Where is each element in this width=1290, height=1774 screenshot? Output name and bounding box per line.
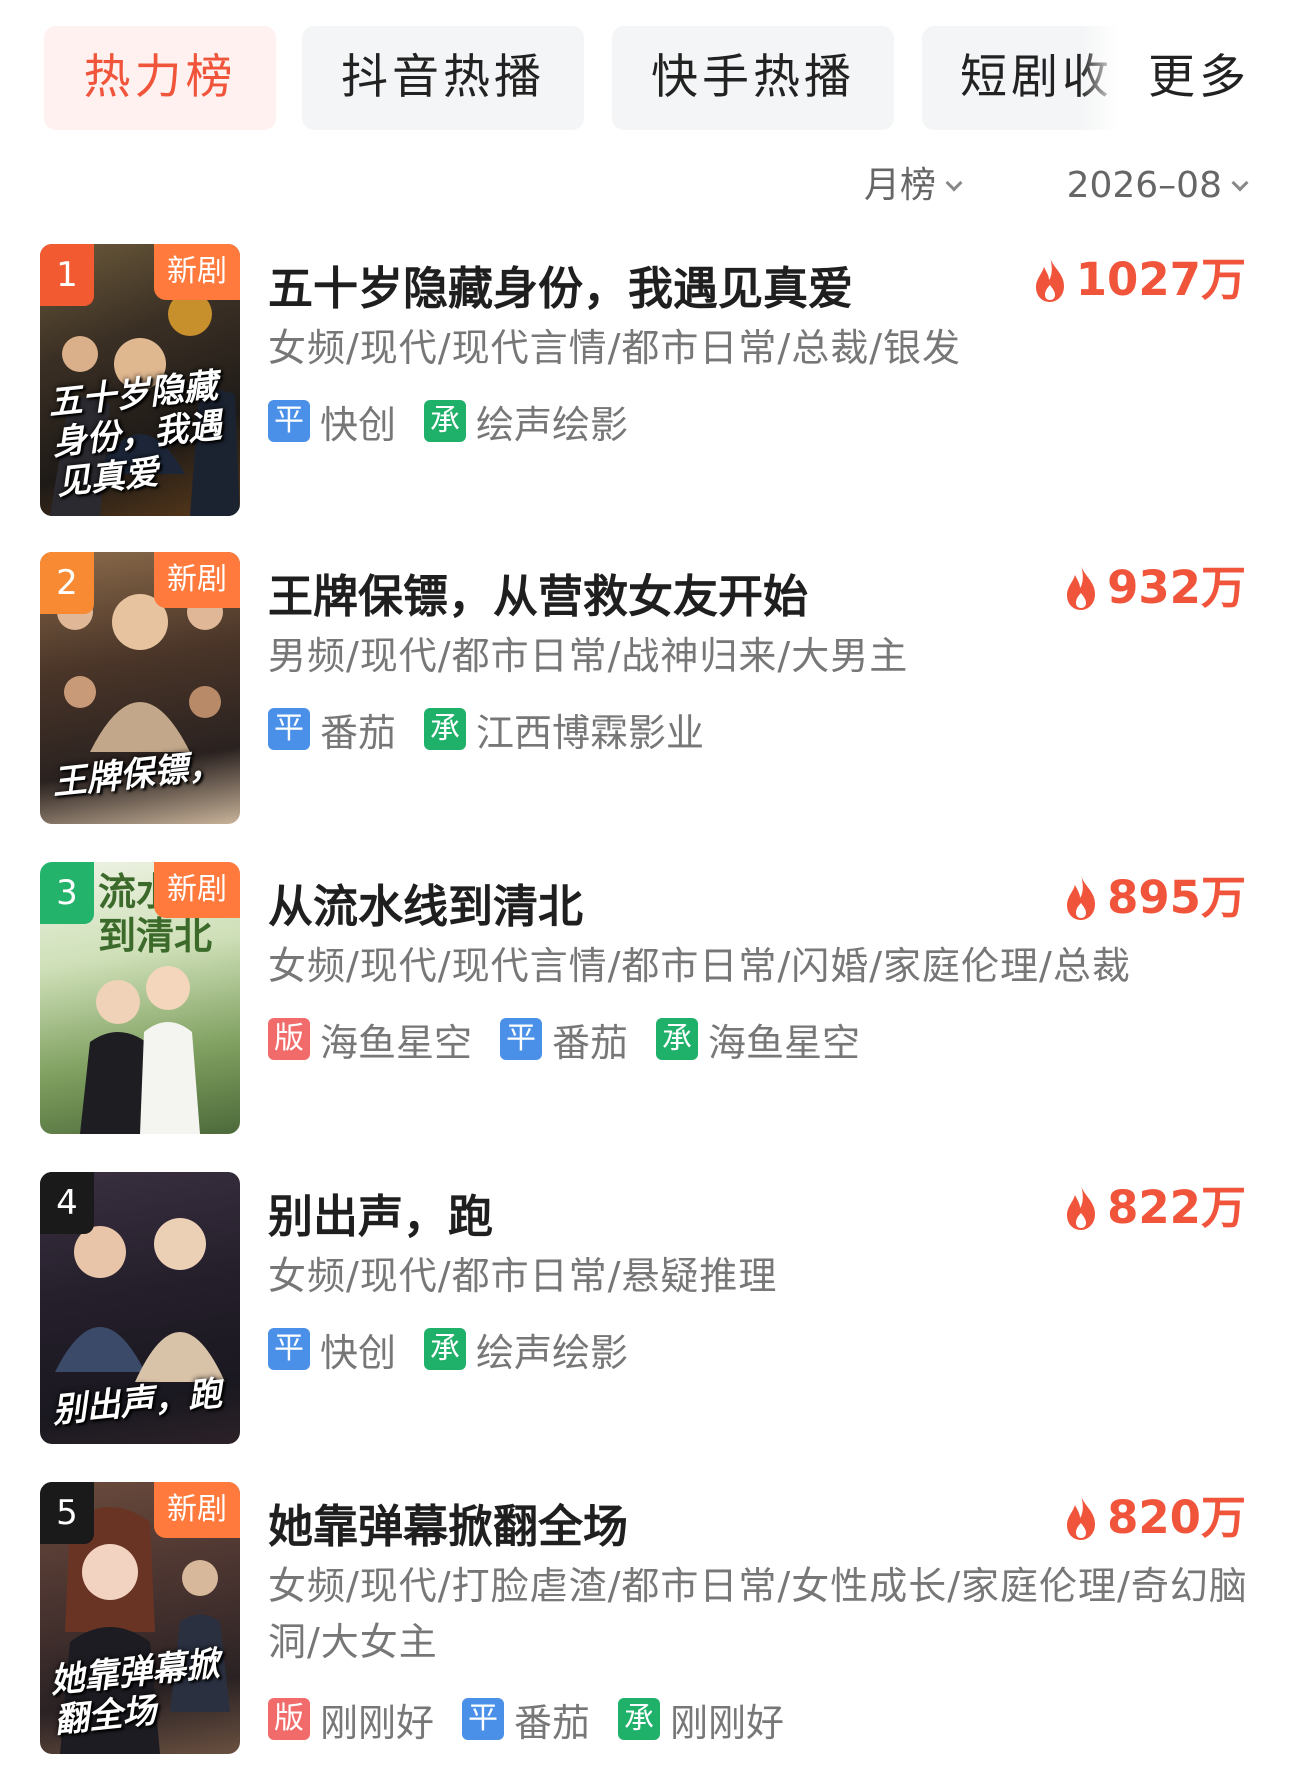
credits-row: 版刚刚好 平番茄 承刚刚好 (268, 1692, 812, 1747)
list-item[interactable]: 她靠弹幕掀翻全场 5 新剧 她靠弹幕掀翻全场 820万 女频/现代/打脸虐渣/都… (0, 1482, 1290, 1772)
new-badge: 新剧 (154, 1482, 240, 1538)
platform-chip: 平 (268, 1328, 310, 1370)
hot-score: 895万 (1061, 868, 1246, 928)
producer-chip: 承 (424, 400, 467, 442)
rank-badge: 1 (40, 244, 94, 306)
hot-score: 820万 (1061, 1488, 1246, 1548)
flame-icon (1067, 1495, 1096, 1540)
ranking-tabs: 热力榜 抖音热播 快手热播 短剧收 更多 (0, 0, 1290, 150)
credit-copyright: 版海鱼星空 (268, 1012, 472, 1067)
chevron-down-icon (1231, 174, 1249, 192)
credit-name: 番茄 (514, 1700, 591, 1745)
credit-name: 海鱼星空 (320, 1020, 473, 1065)
tab-hot-ranking[interactable]: 热力榜 (44, 26, 276, 130)
platform-chip: 平 (500, 1018, 543, 1060)
credits-row: 平快创 承绘声绘影 (268, 394, 656, 449)
hot-value: 932万 (1107, 561, 1246, 614)
credits-row: 平番茄 承江西博霖影业 (268, 702, 732, 757)
credits-row: 平快创 承绘声绘影 (268, 1322, 656, 1377)
credit-producer: 承绘声绘影 (424, 1322, 628, 1377)
date-filter-label: 2026–08 (1066, 165, 1222, 206)
drama-title[interactable]: 王牌保镖，从营救女友开始 (268, 560, 808, 625)
list-item[interactable]: 王牌保镖， 2 新剧 王牌保镖，从营救女友开始 932万 男频/现代/都市日常/… (0, 552, 1290, 842)
genre-tags: 女频/现代/都市日常/悬疑推理 (268, 1254, 778, 1298)
credit-platform: 平番茄 (500, 1012, 628, 1067)
drama-title[interactable]: 她靠弹幕掀翻全场 (268, 1490, 628, 1555)
credit-platform: 平番茄 (462, 1692, 590, 1747)
tab-douyin-hot[interactable]: 抖音热播 (302, 26, 584, 130)
credit-name: 番茄 (320, 710, 397, 755)
genre-tags: 女频/现代/现代言情/都市日常/总裁/银发 (268, 326, 962, 370)
rank-badge: 4 (40, 1172, 94, 1234)
tab-scroll-fade (1080, 26, 1130, 130)
credit-name: 番茄 (552, 1020, 629, 1065)
flame-icon (1067, 875, 1096, 920)
copyright-chip: 版 (268, 1018, 310, 1060)
drama-title[interactable]: 从流水线到清北 (268, 870, 583, 935)
credit-name: 刚刚好 (320, 1700, 435, 1745)
more-button[interactable]: 更多 (1148, 26, 1250, 130)
credit-producer: 承刚刚好 (618, 1692, 784, 1747)
hot-score: 822万 (1061, 1178, 1246, 1238)
credit-name: 绘声绘影 (476, 1330, 629, 1375)
hot-score: 1027万 (1030, 250, 1246, 310)
poster-title-text: 五十岁隐藏身份，我遇见真爱 (46, 365, 224, 504)
period-filter-label: 月榜 (864, 165, 937, 206)
producer-chip: 承 (656, 1018, 699, 1060)
period-filter[interactable]: 月榜 (864, 160, 963, 212)
drama-title[interactable]: 五十岁隐藏身份，我遇见真爱 (268, 252, 853, 317)
list-item[interactable]: 流水线到清北 3 新剧 从流水线到清北 895万 女频/现代/现代言情/都市日常… (0, 862, 1290, 1152)
credit-name: 快创 (320, 1330, 397, 1375)
hot-value: 895万 (1107, 871, 1246, 924)
credit-producer: 承海鱼星空 (656, 1012, 860, 1067)
credit-platform: 平快创 (268, 394, 396, 449)
hot-value: 820万 (1107, 1491, 1246, 1544)
poster-image[interactable]: 五十岁隐藏身份，我遇见真爱 1 新剧 (40, 244, 240, 516)
hot-value: 1027万 (1075, 253, 1246, 306)
copyright-chip: 版 (268, 1698, 310, 1740)
credit-copyright: 版刚刚好 (268, 1692, 434, 1747)
flame-icon (1067, 1185, 1096, 1230)
rank-badge: 2 (40, 552, 94, 614)
credit-name: 江西博霖影业 (476, 710, 705, 755)
flame-icon (1067, 565, 1096, 610)
drama-title[interactable]: 别出声，跑 (268, 1180, 493, 1245)
producer-chip: 承 (618, 1698, 661, 1740)
credit-name: 快创 (320, 402, 397, 447)
hot-score: 932万 (1061, 558, 1246, 618)
producer-chip: 承 (424, 708, 467, 750)
platform-chip: 平 (462, 1698, 505, 1740)
platform-chip: 平 (268, 400, 310, 442)
credit-producer: 承江西博霖影业 (424, 702, 704, 757)
hot-value: 822万 (1107, 1181, 1246, 1234)
flame-icon (1035, 257, 1064, 302)
new-badge: 新剧 (154, 552, 240, 608)
credit-platform: 平番茄 (268, 702, 396, 757)
rank-badge: 5 (40, 1482, 94, 1544)
genre-tags: 女频/现代/打脸虐渣/都市日常/女性成长/家庭伦理/奇幻脑洞/大女主 (268, 1564, 1248, 1664)
rank-badge: 3 (40, 862, 94, 924)
genre-tags: 女频/现代/现代言情/都市日常/闪婚/家庭伦理/总裁 (268, 944, 1131, 988)
poster-image[interactable]: 别出声，跑 4 (40, 1172, 240, 1444)
platform-chip: 平 (268, 708, 310, 750)
list-item[interactable]: 五十岁隐藏身份，我遇见真爱 1 新剧 五十岁隐藏身份，我遇见真爱 1027万 女… (0, 244, 1290, 534)
genre-tags: 男频/现代/都市日常/战神归来/大男主 (268, 634, 909, 678)
new-badge: 新剧 (154, 244, 240, 300)
chevron-down-icon (945, 174, 963, 192)
poster-image[interactable]: 流水线到清北 3 新剧 (40, 862, 240, 1134)
tab-kuaishou-hot[interactable]: 快手热播 (612, 26, 894, 130)
credit-name: 刚刚好 (670, 1700, 785, 1745)
poster-image[interactable]: 王牌保镖， 2 新剧 (40, 552, 240, 824)
poster-image[interactable]: 她靠弹幕掀翻全场 5 新剧 (40, 1482, 240, 1754)
producer-chip: 承 (424, 1328, 467, 1370)
credit-name: 海鱼星空 (708, 1020, 861, 1065)
credit-platform: 平快创 (268, 1322, 396, 1377)
credit-producer: 承绘声绘影 (424, 394, 628, 449)
new-badge: 新剧 (154, 862, 240, 918)
credit-name: 绘声绘影 (476, 402, 629, 447)
date-filter[interactable]: 2026–08 (1066, 160, 1249, 212)
credits-row: 版海鱼星空 平番茄 承海鱼星空 (268, 1012, 888, 1067)
list-item[interactable]: 别出声，跑 4 别出声，跑 822万 女频/现代/都市日常/悬疑推理 平快创 承… (0, 1172, 1290, 1462)
